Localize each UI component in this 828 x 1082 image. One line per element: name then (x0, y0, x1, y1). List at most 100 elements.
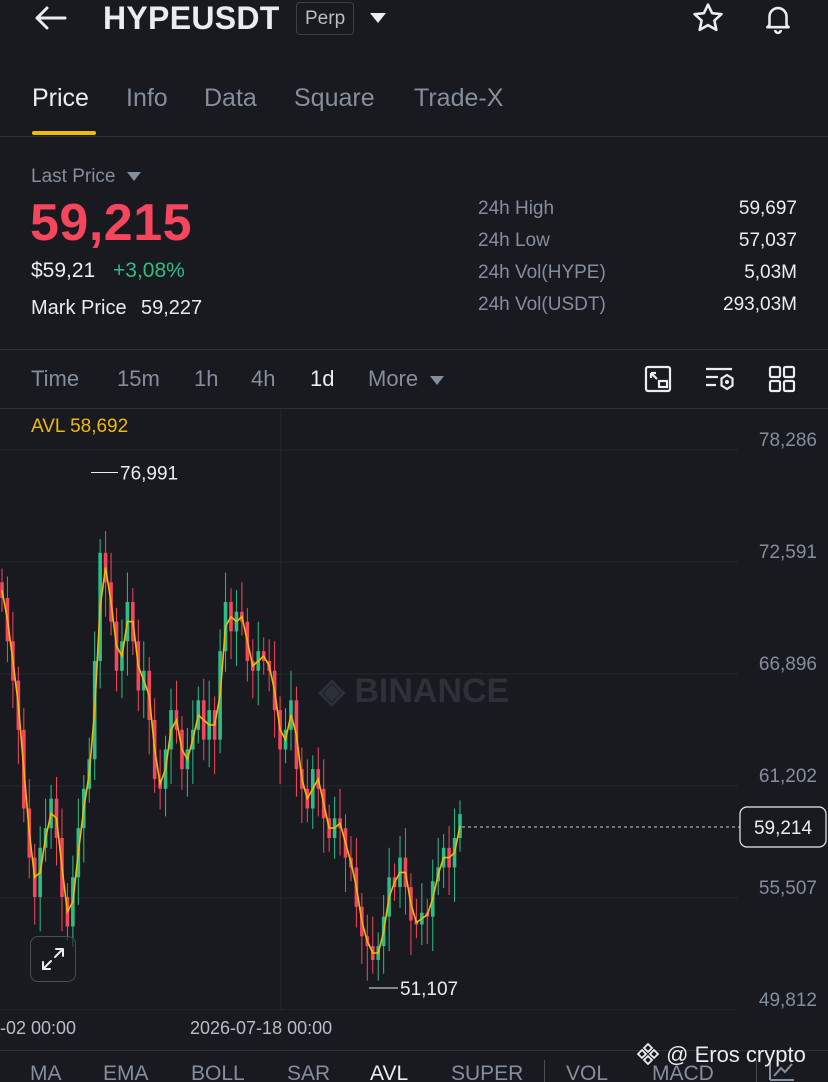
chart-type-icon (644, 365, 672, 393)
y-axis-tick-label: 55,507 (759, 878, 817, 899)
mark-price-value: 59,227 (141, 297, 203, 319)
candle (234, 590, 239, 666)
indicator-settings-button[interactable] (703, 364, 737, 394)
candle (120, 619, 124, 699)
price-change-percent: +3,08% (113, 259, 185, 282)
candle (430, 859, 435, 952)
y-axis-tick-label: 49,812 (759, 990, 817, 1010)
candle (365, 914, 370, 981)
author-name: @ Eros crypto (666, 1042, 806, 1067)
candle (447, 826, 451, 896)
binance-logo-icon (636, 1042, 660, 1066)
stat-24h-high-label: 24h High (478, 198, 555, 219)
candle (0, 568, 4, 612)
candle (256, 621, 261, 706)
bell-icon (766, 6, 790, 35)
contract-type-badge: Perp (296, 2, 355, 35)
y-axis-tick-label: 78,286 (759, 430, 817, 451)
last-price-selector[interactable]: Last Price (31, 166, 141, 188)
candle (212, 696, 217, 775)
indicator-avl[interactable]: AVL (370, 1062, 408, 1082)
symbol-dropdown-button[interactable] (366, 8, 390, 28)
y-axis-tick-label: 61,202 (759, 766, 817, 787)
candle (420, 883, 424, 946)
last-price-label: Last Price (31, 166, 116, 187)
tabs-divider (0, 136, 828, 137)
indicator-ma[interactable]: MA (30, 1062, 62, 1082)
timeframe-more[interactable]: More (368, 366, 445, 392)
timeframe-1h[interactable]: 1h (194, 366, 218, 392)
candle (32, 843, 37, 925)
indicator-boll[interactable]: BOLL (191, 1062, 245, 1082)
expand-icon (42, 948, 64, 970)
stat-24h-vol-quote-label: 24h Vol(USDT) (478, 294, 606, 315)
favorite-button[interactable] (688, 0, 728, 36)
binance-watermark: ◈ BINANCE (318, 672, 510, 710)
candle (251, 639, 255, 699)
timeframe-15m[interactable]: 15m (117, 366, 160, 392)
indicator-super[interactable]: SUPER (451, 1062, 523, 1082)
tab-data[interactable]: Data (204, 84, 257, 113)
candle (38, 826, 42, 932)
caret-down-icon (430, 375, 445, 385)
candle (343, 814, 348, 893)
candle (370, 916, 375, 974)
stat-24h-vol-quote-value: 293,03M (723, 294, 797, 315)
y-axis-tick-label: 66,896 (759, 654, 817, 675)
y-axis-tick-label: 72,591 (759, 542, 817, 563)
timeframe-4h[interactable]: 4h (251, 366, 275, 392)
candle (403, 828, 408, 915)
candle (305, 759, 310, 823)
candle (376, 932, 381, 981)
author-watermark: @ Eros crypto (636, 1042, 806, 1068)
back-arrow-icon (35, 6, 67, 30)
chart-type-button[interactable] (642, 364, 674, 394)
timeframe-divider (0, 408, 828, 409)
candle (425, 898, 430, 945)
x-axis-label-mid: 2026-07-18 00:00 (190, 1018, 333, 1038)
timeframe-1d[interactable]: 1d (310, 366, 334, 392)
stat-24h-low-value: 57,037 (738, 230, 797, 251)
dropdown-caret-icon (370, 13, 386, 23)
candle (223, 572, 228, 672)
indicator-vol[interactable]: VOL (566, 1062, 608, 1082)
candle (289, 670, 293, 751)
tab-price[interactable]: Price (32, 84, 89, 113)
back-button[interactable] (30, 2, 70, 34)
high-marker-label: 76,991 (120, 463, 178, 484)
tab-info[interactable]: Info (126, 84, 168, 113)
stat-24h-vol-base-value: 5,03M (744, 262, 797, 283)
avl-indicator-label: AVL 58,692 (31, 416, 129, 437)
stat-24h-low-label: 24h Low (478, 230, 550, 251)
candle (163, 735, 168, 817)
candle (452, 808, 457, 902)
candle (174, 680, 179, 744)
star-icon (693, 3, 723, 32)
stat-24h-vol-base-label: 24h Vol(HYPE) (478, 262, 606, 283)
tab-trade-x[interactable]: Trade-X (414, 84, 503, 113)
indicator-ema[interactable]: EMA (103, 1062, 149, 1082)
timeframe-time[interactable]: Time (31, 366, 79, 392)
fullscreen-button[interactable] (30, 936, 76, 982)
stat-24h-high-value: 59,697 (738, 198, 797, 219)
last-price-value: 59,215 (30, 194, 193, 252)
low-marker-label: 51,107 (400, 979, 458, 1000)
layout-grid-button[interactable] (766, 364, 798, 394)
candle (409, 873, 413, 955)
candle (229, 588, 233, 659)
stats-divider (0, 349, 828, 350)
symbol-title[interactable]: HYPEUSDT (103, 0, 280, 37)
caret-down-icon (126, 172, 141, 182)
indicator-separator (544, 1060, 545, 1082)
candle (436, 837, 440, 896)
alert-button[interactable] (758, 0, 798, 36)
active-tab-indicator (32, 131, 96, 135)
mark-price-label: Mark Price (31, 297, 127, 319)
timeframe-more-label: More (368, 366, 419, 391)
indicator-sar[interactable]: SAR (287, 1062, 330, 1082)
layout-grid-icon (768, 365, 796, 393)
candlestick-chart[interactable]: 78,286 72,591 66,896 61,202 55,507 49,812 ◈ BI… (0, 410, 828, 1010)
indicator-settings-icon (706, 367, 734, 391)
current-price-tag: 59,214 (754, 818, 813, 839)
tab-square[interactable]: Square (294, 84, 375, 113)
